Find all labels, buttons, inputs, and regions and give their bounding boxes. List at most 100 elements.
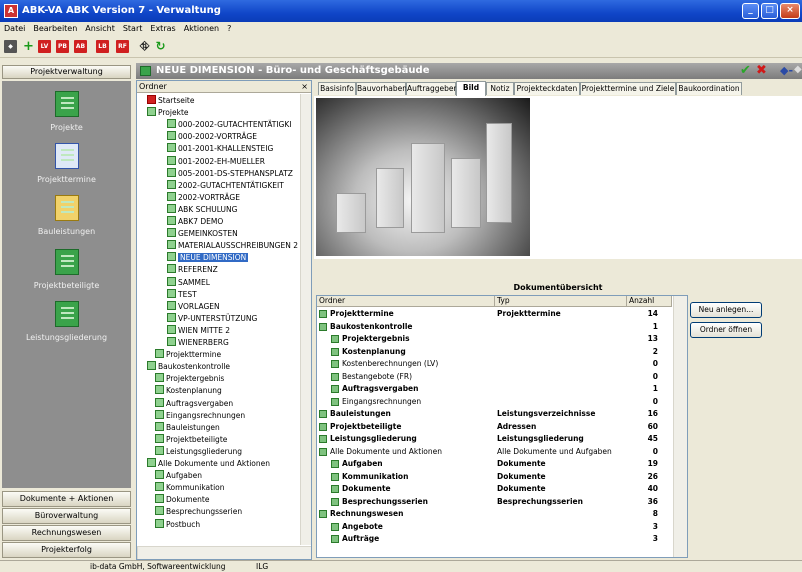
menu-datei[interactable]: Datei xyxy=(0,22,29,33)
pb-icon[interactable]: PB xyxy=(56,40,69,53)
tree-item[interactable]: VORLAGEN xyxy=(167,300,220,312)
doc-vertical-scrollbar[interactable] xyxy=(673,296,687,557)
table-row[interactable]: Besprechungsserien Besprechungsserien 36 xyxy=(317,496,672,508)
tree-item[interactable]: Alle Dokumente und Aktionen xyxy=(147,458,270,469)
table-row[interactable]: Bauleistungen Leistungsverzeichnisse 16 xyxy=(317,408,672,420)
tree-item[interactable]: GEMEINKOSTEN xyxy=(167,228,238,239)
tree-item[interactable]: Kostenplanung xyxy=(155,385,222,396)
tree-close-icon[interactable]: × xyxy=(301,81,308,92)
tree-item[interactable]: Projektergebnis xyxy=(155,373,224,384)
table-row[interactable]: Baukostenkontrolle 1 xyxy=(317,321,672,333)
tab-notiz[interactable]: Notiz xyxy=(486,82,514,95)
tab-projekttermine-ziele[interactable]: Projekttermine und Ziele xyxy=(580,82,676,95)
tree-item[interactable]: ABK SCHULUNG xyxy=(167,203,237,215)
menu-bearbeiten[interactable]: Bearbeiten xyxy=(29,22,81,33)
lv-icon[interactable]: LV xyxy=(38,40,51,53)
tree-item[interactable]: SAMMEL xyxy=(167,276,210,288)
tree-item[interactable]: Baukostenkontrolle xyxy=(147,361,230,372)
tree-item[interactable]: MATERIALAUSSCHREIBUNGEN 2 xyxy=(167,240,298,251)
col-header-ordner[interactable]: Ordner xyxy=(317,296,495,307)
menu-extras[interactable]: Extras xyxy=(146,22,179,33)
table-row[interactable]: Aufgaben Dokumente 19 xyxy=(317,458,672,470)
tab-bauvorhaben[interactable]: Bauvorhaben xyxy=(356,82,407,95)
tree-item[interactable]: 005-2001-DS-STEPHANSPLATZ xyxy=(167,167,293,179)
new-object-icon[interactable]: ◆ xyxy=(4,40,17,53)
tree-item[interactable]: 001-2002-EH-MUELLER xyxy=(167,155,265,167)
tree-item[interactable]: Dokumente xyxy=(155,494,209,505)
tree-item[interactable]: Projektbeteiligte xyxy=(155,433,227,445)
tree-item[interactable]: Projekttermine xyxy=(155,349,221,360)
tree-item[interactable]: VP-UNTERSTÜTZUNG xyxy=(167,312,257,324)
table-row[interactable]: Kostenberechnungen (LV) 0 xyxy=(317,358,672,370)
close-window-button[interactable]: × xyxy=(780,3,800,19)
tab-auftraggeber[interactable]: Auftraggeber xyxy=(406,82,457,95)
tree-item[interactable]: WIEN MITTE 2 xyxy=(167,324,230,336)
ok-icon[interactable]: ✔ xyxy=(740,63,751,78)
table-row[interactable]: Leistungsgliederung Leistungsgliederung 45 xyxy=(317,433,672,445)
network-icon[interactable]: ⛗ xyxy=(138,40,151,53)
tree-item[interactable]: Auftragsvergaben xyxy=(155,397,233,409)
col-header-typ[interactable]: Typ xyxy=(495,296,627,307)
tree-item[interactable]: 000-2002-VORTRÄGE xyxy=(167,131,257,142)
table-row[interactable]: Auftragsvergaben 1 xyxy=(317,383,672,395)
tree-item[interactable]: WIENERBERG xyxy=(167,337,229,348)
col-header-anzahl[interactable]: Anzahl xyxy=(627,296,672,307)
tree-horizontal-scrollbar[interactable] xyxy=(137,546,311,559)
tree-item[interactable]: TEST xyxy=(167,288,197,300)
tree-item[interactable]: ABK7 DEMO xyxy=(167,216,223,227)
table-row[interactable]: Aufträge 3 xyxy=(317,533,672,545)
tree-item[interactable]: 001-2001-KHALLENSTEIG xyxy=(167,143,273,154)
table-row[interactable]: Alle Dokumente und Aktionen Alle Dokument… xyxy=(317,446,672,458)
tree-item[interactable]: 2002-GUTACHTENTÄTIGKEIT xyxy=(167,179,284,191)
nav-projekttermine[interactable]: Projekttermine xyxy=(2,143,131,184)
lb-icon[interactable]: LB xyxy=(96,40,109,53)
ordner-oeffnen-button[interactable]: Ordner öffnen xyxy=(690,322,762,338)
tree-item[interactable]: Aufgaben xyxy=(155,470,202,481)
nav-projektbeteiligte[interactable]: Projektbeteiligte xyxy=(2,249,131,290)
maximize-button[interactable]: □ xyxy=(761,3,778,19)
tree-item[interactable]: Eingangsrechnungen xyxy=(155,409,245,421)
tree-item[interactable]: Bauleistungen xyxy=(155,421,220,433)
tree-item[interactable]: Postbuch xyxy=(155,518,200,530)
dokumente-aktionen-button[interactable]: Dokumente + Aktionen xyxy=(2,491,131,507)
back-icon[interactable]: ◆- xyxy=(780,64,793,77)
table-row[interactable]: Eingangsrechnungen 0 xyxy=(317,396,672,408)
nav-leistungsgliederung[interactable]: Leistungsgliederung xyxy=(2,301,131,342)
tree-item[interactable]: NEUE DIMENSION xyxy=(167,252,249,263)
neu-anlegen-button[interactable]: Neu anlegen... xyxy=(690,302,762,318)
tab-basisinfo[interactable]: Basisinfo xyxy=(318,82,356,95)
ab-icon[interactable]: AB xyxy=(74,40,87,53)
tree-item[interactable]: REFERENZ xyxy=(167,264,218,275)
cancel-icon[interactable]: ✖ xyxy=(756,63,767,78)
tab-projekteckdaten[interactable]: Projekteckdaten xyxy=(514,82,580,95)
tree-vertical-scrollbar[interactable] xyxy=(300,94,311,545)
table-row[interactable]: Bestangebote (FR) 0 xyxy=(317,371,672,383)
refresh-icon[interactable]: ↻ xyxy=(154,40,167,53)
tree-item[interactable]: Besprechungsserien xyxy=(155,506,242,517)
table-row[interactable]: Projektergebnis 13 xyxy=(317,333,672,345)
tree-item[interactable]: 000-2002-GUTACHTENTÄTIGKI xyxy=(167,119,291,130)
tab-baukoordination[interactable]: Baukoordination xyxy=(676,82,742,95)
projekterfolg-button[interactable]: Projekterfolg xyxy=(2,542,131,558)
table-row[interactable]: Dokumente Dokumente 40 xyxy=(317,483,672,495)
menu-aktionen[interactable]: Aktionen xyxy=(180,22,223,33)
table-row[interactable]: Projekttermine Projekttermine 14 xyxy=(317,308,672,320)
tab-bild[interactable]: Bild xyxy=(456,81,486,96)
menu-ansicht[interactable]: Ansicht xyxy=(81,22,119,33)
rechnungswesen-button[interactable]: Rechnungswesen xyxy=(2,525,131,541)
bueroverwaltung-button[interactable]: Büroverwaltung xyxy=(2,508,131,524)
add-icon[interactable]: + xyxy=(22,40,35,53)
tree-item[interactable]: 2002-VORTRÄGE xyxy=(167,191,240,203)
table-row[interactable]: Kommunikation Dokumente 26 xyxy=(317,471,672,483)
table-row[interactable]: Projektbeteiligte Adressen 60 xyxy=(317,421,672,433)
tree-item[interactable]: Projekte xyxy=(147,107,189,118)
table-row[interactable]: Kostenplanung 2 xyxy=(317,346,672,358)
table-row[interactable]: Angebote 3 xyxy=(317,521,672,533)
minimize-button[interactable]: _ xyxy=(742,3,759,19)
forward-icon[interactable]: ◆ xyxy=(794,64,802,75)
tree-item[interactable]: Leistungsgliederung xyxy=(155,445,242,457)
menu-start[interactable]: Start xyxy=(119,22,147,33)
tree-item[interactable]: Kommunikation xyxy=(155,482,225,493)
table-row[interactable]: Rechnungswesen 8 xyxy=(317,508,672,520)
rf-icon[interactable]: RF xyxy=(116,40,129,53)
